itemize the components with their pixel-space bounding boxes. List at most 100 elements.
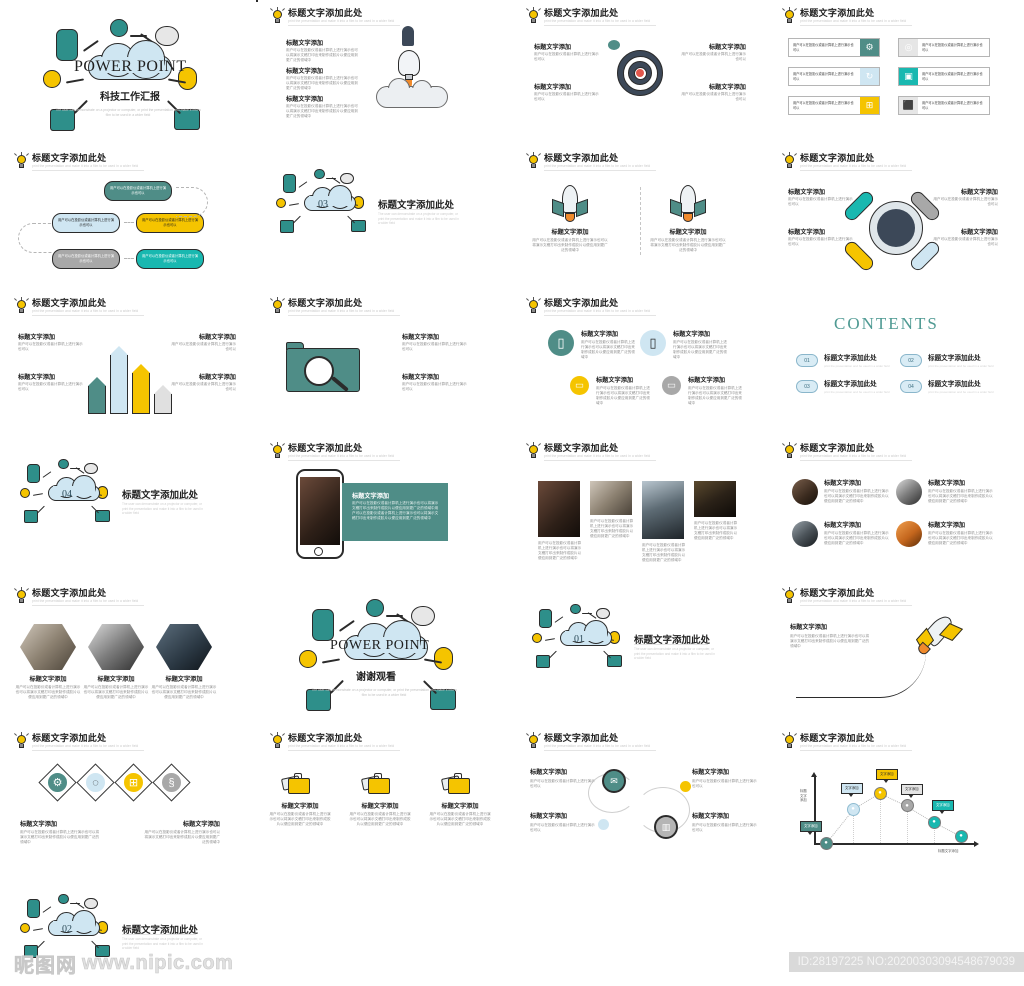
flow-box[interactable]: 用户可以在投影仪或者计算机上进行演示也可以 <box>52 213 120 233</box>
chart-callout[interactable]: 文字添加 <box>901 783 923 798</box>
circle-photo[interactable] <box>792 521 818 547</box>
pill-row[interactable]: ▣ 用户可以在投影仪或者计算机上进行演示也可以 <box>898 67 990 86</box>
doodle-arrow <box>331 177 341 184</box>
block-title: 标题文字添加 <box>692 813 730 820</box>
slide-17[interactable]: 标题文字添加此处 print the presentation and make … <box>0 580 256 725</box>
slide-23[interactable]: 标题文字添加此处 print the presentation and make … <box>512 725 768 870</box>
hexagon-photo[interactable] <box>20 624 76 670</box>
block-body: 用户可以在投影仪或者计算机上进行演示也可以 <box>681 52 746 61</box>
bar-column[interactable] <box>154 385 172 414</box>
flow-box[interactable]: 用户可以在投影仪或者计算机上进行演示也可以 <box>52 249 120 269</box>
slide-4[interactable]: 标题文字添加此处 print the presentation and make … <box>768 0 1024 145</box>
slide-11[interactable]: 标题文字添加此处 print the presentation and make … <box>512 290 768 435</box>
slide-10[interactable]: 标题文字添加此处 print the presentation and make … <box>256 290 512 435</box>
title-underline <box>544 170 656 171</box>
block-title: 标题文字添加 <box>182 821 220 828</box>
chart-callout[interactable]: 文字添加 <box>932 800 954 815</box>
block-title: 标题文字添加 <box>18 334 56 341</box>
send-icon[interactable]: ● <box>954 829 968 843</box>
slide-19[interactable]: 01 标题文字添加此处 The user can demonstrate on a … <box>512 580 768 725</box>
send-icon[interactable]: ● <box>927 815 941 829</box>
phone-home-button[interactable] <box>314 547 323 556</box>
grid-icon[interactable]: ⊞ <box>124 773 143 792</box>
slide-12[interactable]: CONTENTS 01 标题文字添加此处 print the presentation… <box>768 290 1024 435</box>
contents-label[interactable]: 标题文字添加此处 <box>928 355 981 363</box>
photo-thumb[interactable] <box>694 481 736 517</box>
lock-icon[interactable]: ● <box>819 836 833 850</box>
slide-2[interactable]: 标题文字添加此处 print the presentation and make … <box>256 0 512 145</box>
title-underline <box>288 25 400 26</box>
circle-photo[interactable] <box>896 521 922 547</box>
pill-row[interactable]: 用户可以在投影仪或者计算机上进行演示也可以 ↻ <box>788 67 880 86</box>
doodle-arrow <box>554 615 564 623</box>
contents-label[interactable]: 标题文字添加此处 <box>824 355 877 363</box>
slide-1[interactable]: POWER POINT 科技工作汇报 The user can demonstrat… <box>0 0 256 145</box>
pill-row[interactable]: ⬛ 用户可以在投影仪或者计算机上进行演示也可以 <box>898 96 990 115</box>
gear-icon[interactable]: ⚙ <box>48 773 67 792</box>
slide-21[interactable]: 标题文字添加此处 print the presentation and make … <box>0 725 256 870</box>
photo-thumb[interactable] <box>642 481 684 539</box>
contents-label[interactable]: 标题文字添加此处 <box>928 381 981 389</box>
doodle-arrow <box>544 637 555 641</box>
circle-photo[interactable] <box>896 479 922 505</box>
chart-callout[interactable]: 文字添加 <box>841 783 863 798</box>
mail-icon[interactable]: ✉ <box>602 769 626 793</box>
block-title: 标题文字添加 <box>692 769 730 776</box>
flow-box[interactable]: 用户可以在投影仪或者计算机上进行演示也可以 <box>136 249 204 269</box>
slide-22[interactable]: 标题文字添加此处 print the presentation and make … <box>256 725 512 870</box>
block-body: 用户可以在投影仪或者计算机上进行演示也可以 <box>681 92 746 101</box>
contents-number: 01 <box>796 354 818 367</box>
bar-column[interactable] <box>132 363 150 414</box>
doodle-arrow <box>338 619 355 632</box>
slide-16[interactable]: 标题文字添加此处 print the presentation and make … <box>768 435 1024 580</box>
pill-row[interactable]: 用户可以在投影仪或者计算机上进行演示也可以 ⊞ <box>788 96 880 115</box>
contents-label[interactable]: 标题文字添加此处 <box>824 381 877 389</box>
pill-row[interactable]: 用户可以在投影仪或者计算机上进行演示也可以 ⚙ <box>788 38 880 57</box>
pill-row[interactable]: ◎ 用户可以在投影仪或者计算机上进行演示也可以 <box>898 38 990 57</box>
slide-20[interactable]: 标题文字添加此处 print the presentation and make … <box>768 580 1024 725</box>
title-underline <box>800 170 912 171</box>
bulb-ray <box>26 733 29 736</box>
slide-subtitle: print the presentation and make it into … <box>544 164 651 168</box>
layout-icon[interactable]: ▥ <box>654 815 678 839</box>
monitor-icon[interactable]: ● <box>846 802 860 816</box>
circle-photo[interactable] <box>792 479 818 505</box>
slide-14[interactable]: 标题文字添加此处 print the presentation and make … <box>256 435 512 580</box>
block-title: 标题文字添加 <box>788 189 826 196</box>
title-underline <box>288 750 400 751</box>
search-icon[interactable]: ● <box>873 786 887 800</box>
flow-box[interactable]: 用户可以在投影仪或者计算机上进行演示也可以 <box>104 181 172 201</box>
slide-3[interactable]: 标题文字添加此处 print the presentation and make … <box>512 0 768 145</box>
bulb-ray <box>526 8 529 11</box>
bulb-base <box>787 598 792 603</box>
photo-caption: 用户可以在投影仪或者计算机上进行演示也可以将演示文稿打印出来制作成胶片以便应用到… <box>538 541 582 560</box>
slide-header: 标题文字添加此处 print the presentation and make … <box>782 442 912 461</box>
hexagon-photo[interactable] <box>156 624 212 670</box>
slide-header: 标题文字添加此处 print the presentation and make … <box>526 152 656 171</box>
bar-column[interactable] <box>110 345 128 414</box>
bar-column[interactable] <box>88 376 106 414</box>
slide-5[interactable]: 标题文字添加此处 print the presentation and make … <box>0 145 256 290</box>
rocket-flame-icon <box>683 213 693 222</box>
chart-callout[interactable]: 文字添加 <box>876 769 898 784</box>
slide-title-wrap: 标题文字添加此处 print the presentation and make … <box>288 8 400 26</box>
slide-13[interactable]: 04 标题文字添加此处 The user can demonstrate on a … <box>0 435 256 580</box>
slide-8[interactable]: 标题文字添加此处 print the presentation and make … <box>768 145 1024 290</box>
slide-18[interactable]: POWER POINT 谢谢观看 The user can demonstrate … <box>256 580 512 725</box>
photo-thumb[interactable] <box>538 481 580 537</box>
slide-9[interactable]: 标题文字添加此处 print the presentation and make … <box>0 290 256 435</box>
gear-icon[interactable]: ● <box>900 799 914 813</box>
hexagon-photo[interactable] <box>88 624 144 670</box>
bulb-ray <box>794 588 797 591</box>
window-icon: ⊞ <box>860 97 879 114</box>
slide-7[interactable]: 标题文字添加此处 print the presentation and make … <box>512 145 768 290</box>
photo-thumb[interactable] <box>590 481 632 515</box>
aperture-icon[interactable]: ◌ <box>86 773 105 792</box>
dollar-icon[interactable]: § <box>162 773 181 792</box>
refresh-doodle-icon <box>314 168 325 179</box>
bar-body <box>132 372 150 414</box>
slide-6[interactable]: 03 标题文字添加此处 The user can demonstrate on a … <box>256 145 512 290</box>
slide-24[interactable]: 标题文字添加此处 print the presentation and make … <box>768 725 1024 870</box>
chart-callout[interactable]: 文字添加 <box>800 821 822 835</box>
slide-15[interactable]: 标题文字添加此处 print the presentation and make … <box>512 435 768 580</box>
